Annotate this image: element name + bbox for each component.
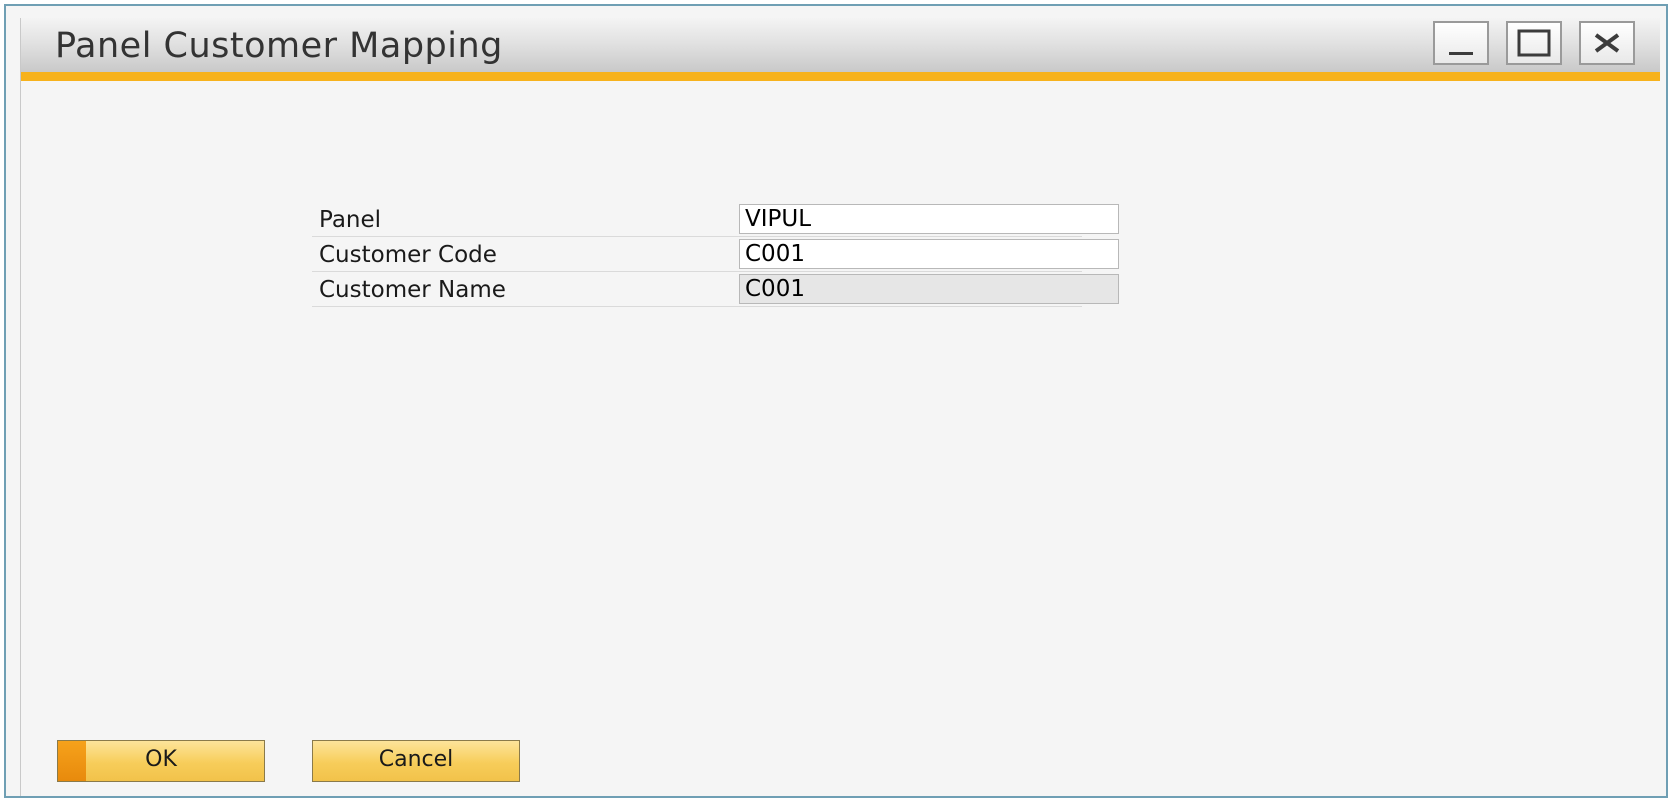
ok-button-label: OK xyxy=(145,747,177,772)
customer-name-field: C001 xyxy=(739,274,1119,304)
customer-code-label: Customer Code xyxy=(319,242,497,268)
maximize-icon xyxy=(1517,29,1551,57)
minimize-icon xyxy=(1449,52,1473,55)
maximize-button[interactable] xyxy=(1506,21,1562,65)
default-button-indicator xyxy=(58,741,86,781)
window-title: Panel Customer Mapping xyxy=(55,26,503,66)
ok-button[interactable]: OK xyxy=(57,740,265,782)
form-row-customer-name: Customer Name C001 xyxy=(312,272,1119,307)
form-row-panel: Panel VIPUL xyxy=(312,202,1119,237)
close-button[interactable] xyxy=(1579,21,1635,65)
customer-code-input[interactable]: C001 xyxy=(739,239,1119,269)
cancel-button-label: Cancel xyxy=(378,747,454,772)
panel-label: Panel xyxy=(319,207,382,233)
form-row-customer-code: Customer Code C001 xyxy=(312,237,1119,272)
panel-input[interactable]: VIPUL xyxy=(739,204,1119,234)
customer-name-label: Customer Name xyxy=(319,277,506,303)
close-icon xyxy=(1594,33,1620,53)
cancel-button[interactable]: Cancel xyxy=(312,740,520,782)
dialog-frame: Panel Customer Mapping xyxy=(20,18,1660,796)
title-bar[interactable]: Panel Customer Mapping xyxy=(21,18,1660,72)
dialog-window: Panel Customer Mapping Panel VIPUL Custo… xyxy=(4,4,1668,798)
title-accent-bar xyxy=(21,72,1660,81)
mapping-form: Panel VIPUL Customer Code C001 Customer … xyxy=(312,202,1119,307)
minimize-button[interactable] xyxy=(1433,21,1489,65)
